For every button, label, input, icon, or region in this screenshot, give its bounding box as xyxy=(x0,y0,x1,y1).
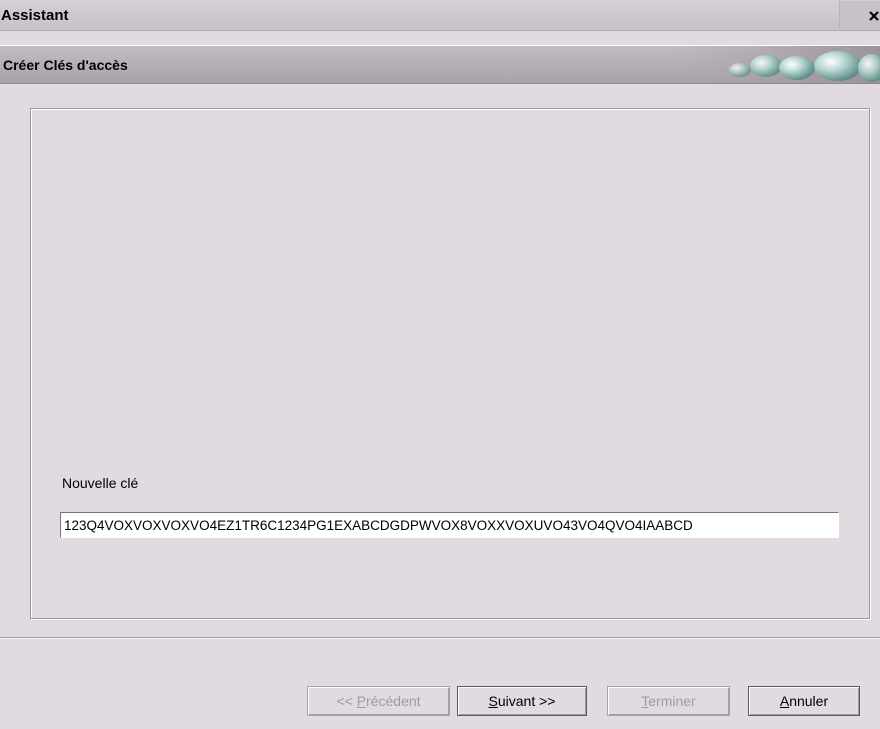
content-panel: Nouvelle clé xyxy=(30,108,870,619)
next-button-mnemonic: S xyxy=(488,693,498,709)
finish-button-label: erminer xyxy=(648,693,696,709)
previous-button-label: récédent xyxy=(366,693,421,709)
previous-button-prefix: << xyxy=(336,693,357,709)
window-title: Assistant xyxy=(1,7,69,24)
wizard-window: Assistant Créer Clés d'accès Nouvelle cl… xyxy=(0,0,880,729)
new-key-input[interactable] xyxy=(60,512,839,538)
cancel-button-label: nnuler xyxy=(789,693,829,709)
new-key-label: Nouvelle clé xyxy=(62,475,139,491)
next-button-label: uivant >> xyxy=(497,693,556,709)
finish-button[interactable]: Terminer xyxy=(607,686,730,716)
bubbles-logo-icon xyxy=(668,46,880,83)
next-button[interactable]: Suivant >> xyxy=(457,686,587,716)
previous-button[interactable]: << Précédent xyxy=(307,686,450,716)
footer-separator xyxy=(0,637,880,639)
cancel-button[interactable]: Annuler xyxy=(748,686,860,716)
previous-button-mnemonic: P xyxy=(356,693,367,709)
close-icon xyxy=(869,11,879,21)
cancel-button-mnemonic: A xyxy=(779,693,790,709)
wizard-step-title: Créer Clés d'accès xyxy=(3,57,128,73)
wizard-header: Créer Clés d'accès xyxy=(0,45,880,84)
title-bar[interactable]: Assistant xyxy=(0,0,880,31)
close-button[interactable] xyxy=(839,1,880,29)
